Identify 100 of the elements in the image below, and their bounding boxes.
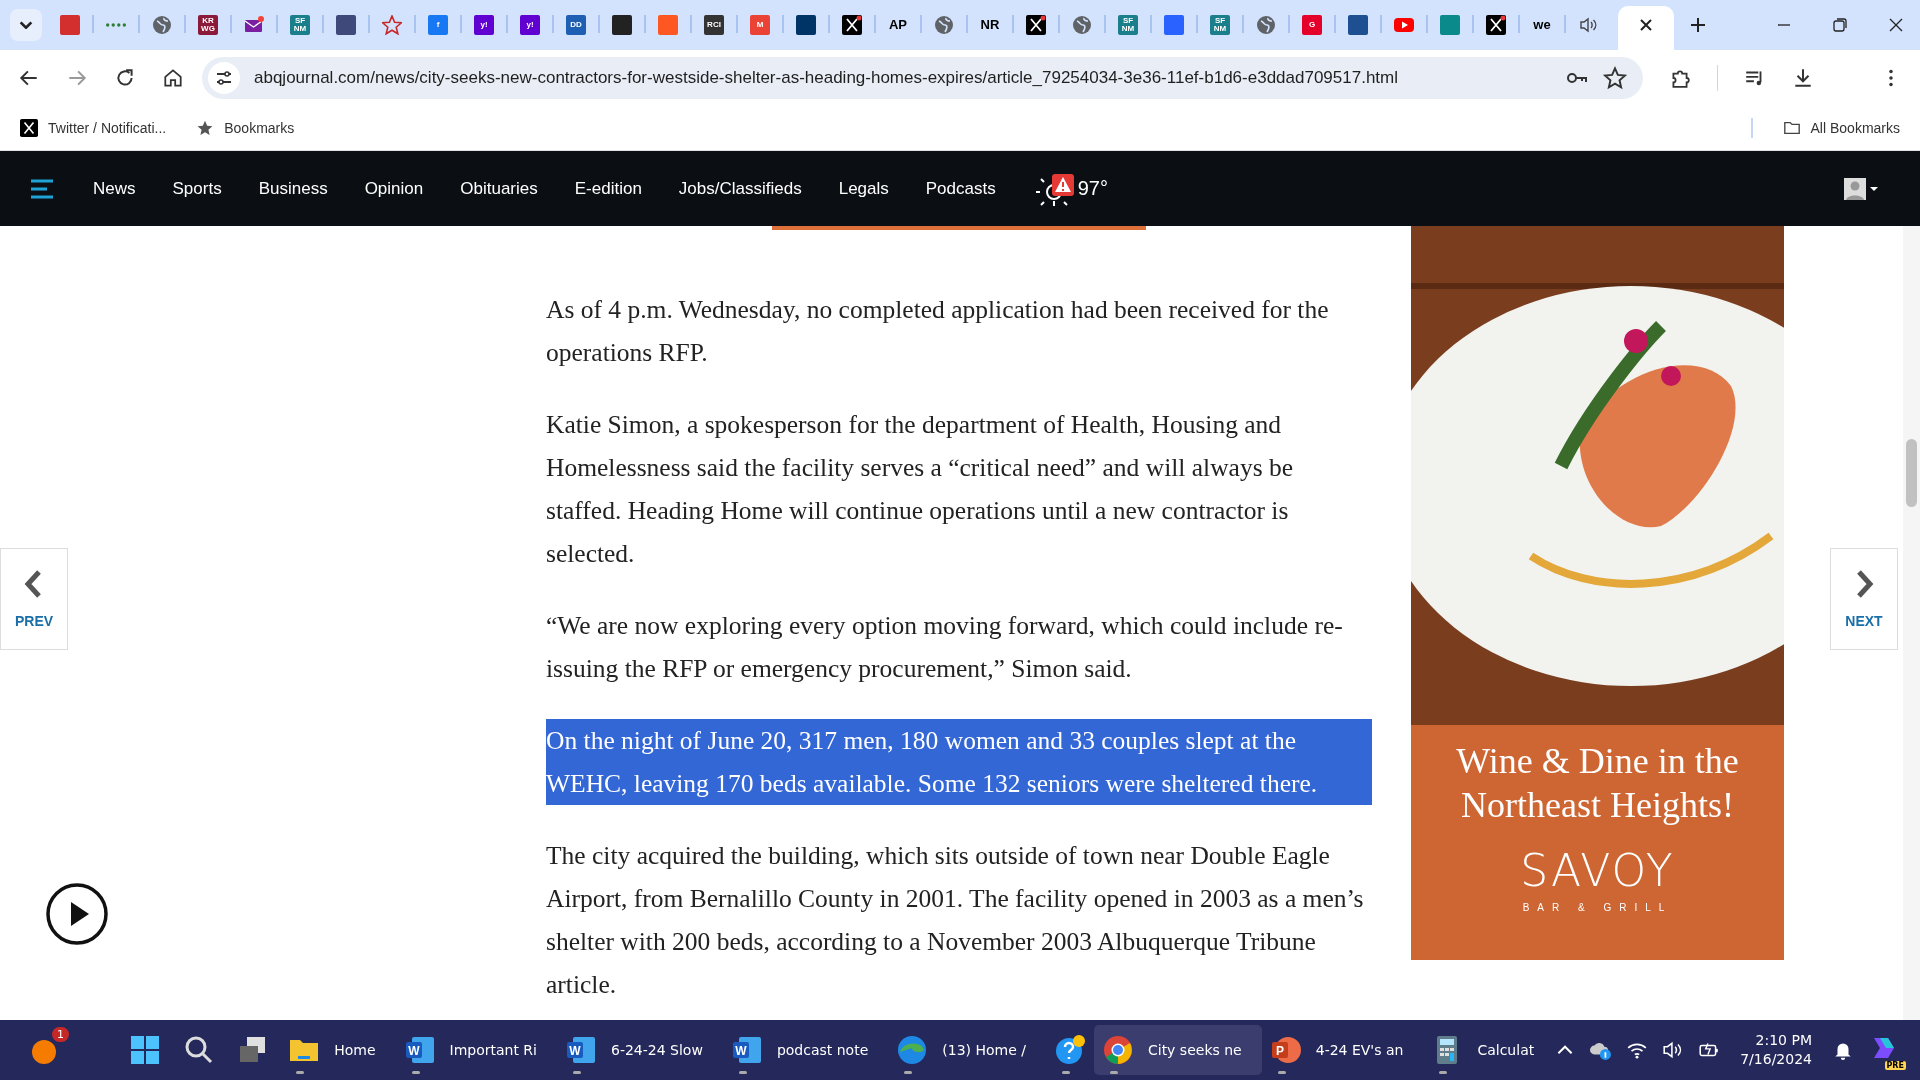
- article-paragraph: Katie Simon, a spokesperson for the department of Health, Housing and Homelessness said the facility serves a “critical need” and will always be staffed. Heading Home will continue operations until a new contractor is selected.: [546, 409, 1295, 570]
- browser-tab[interactable]: RCI: [692, 8, 736, 50]
- nav-link[interactable]: News: [93, 178, 136, 199]
- nav-link[interactable]: Business: [258, 178, 328, 199]
- nav-link[interactable]: Sports: [172, 178, 222, 199]
- nav-link[interactable]: Obituaries: [460, 178, 538, 199]
- browser-tab[interactable]: DD: [554, 8, 598, 50]
- site-favicon: G: [1302, 15, 1322, 35]
- tab-search-button[interactable]: [10, 9, 42, 41]
- preview-badge: PRE: [1884, 1061, 1906, 1070]
- clock-time: 2:10 PM: [1755, 1031, 1812, 1050]
- notification-badge: 1: [52, 1027, 69, 1042]
- site-favicon: NR: [979, 16, 1001, 34]
- x-logo-icon: [1026, 15, 1046, 35]
- site-favicon: SF NM: [290, 15, 310, 35]
- browser-tab[interactable]: G: [1290, 8, 1334, 50]
- taskbar-app[interactable]: W podcast note: [722, 1025, 889, 1075]
- scrollbar[interactable]: [1903, 226, 1920, 1020]
- site-favicon: y!: [520, 15, 540, 35]
- previous-article-button[interactable]: PREV: [0, 548, 68, 650]
- user-menu-icon[interactable]: [1844, 176, 1880, 201]
- bookmark-star-icon[interactable]: [1603, 65, 1627, 90]
- nav-link[interactable]: E-edition: [574, 178, 642, 199]
- browser-tab[interactable]: f: [416, 8, 460, 50]
- restore-icon[interactable]: [1830, 15, 1850, 35]
- start-icon[interactable]: [129, 1034, 162, 1066]
- speaker-icon: [1578, 15, 1598, 35]
- site-favicon: M: [750, 15, 770, 35]
- url-text: abqjournal.com/news/city-seeks-new-contractors-for-westside-shelter-as-heading-homes-expires/article_79254034-3e36-11ef-b1d6-e3ddad709517.html: [254, 67, 1399, 88]
- bookmark-item[interactable]: Twitter / Notificati...: [20, 118, 167, 137]
- site-favicon: AP: [887, 16, 909, 34]
- taskbar-app[interactable]: W Important Ri: [395, 1025, 557, 1075]
- globe-icon: [1256, 15, 1276, 35]
- dots-icon: [106, 23, 126, 27]
- x-logo-icon: [20, 118, 38, 137]
- taskbar-app[interactable]: W 6-24-24 Slow: [557, 1025, 723, 1075]
- site-favicon: RCI: [704, 15, 724, 35]
- globe-icon: [152, 15, 172, 35]
- browser-tab[interactable]: we: [1520, 8, 1564, 50]
- nav-link[interactable]: Legals: [838, 178, 889, 199]
- restaurant-logo-text: SAVOY: [1520, 845, 1675, 896]
- globe-icon: [934, 15, 954, 35]
- browser-tab[interactable]: y!: [462, 8, 506, 50]
- x-logo-icon: [842, 15, 862, 35]
- taskbar-app[interactable]: 1: [22, 1025, 70, 1075]
- chevron-right-icon: [1854, 569, 1874, 599]
- browser-tab[interactable]: SF NM: [1106, 8, 1150, 50]
- chevron-down-icon: [19, 21, 33, 29]
- browser-tab[interactable]: SF NM: [1198, 8, 1242, 50]
- article-paragraph: “We are now exploring every option moving forward, which could include re-issuing the RFP or emergency procurement,” Simon said.: [546, 610, 1344, 685]
- nav-link[interactable]: Podcasts: [925, 178, 996, 199]
- advertisement[interactable]: Wine & Dine in the Northeast Heights! SAVOY BAR & GRILL: [1411, 226, 1784, 960]
- next-article-button[interactable]: NEXT: [1830, 548, 1898, 650]
- browser-tab[interactable]: SF NM: [278, 8, 322, 50]
- site-favicon: SF NM: [1118, 15, 1138, 35]
- article-paragraph: The city acquired the building, which sits outside of town near Double Eagle Airport, from Bernalillo County in 2001. The facility opened in 2003 as a men’s shelter with 200 beds, according to a November 2003 Albuquerque Tribune article.: [546, 840, 1365, 1001]
- browser-tab[interactable]: y!: [508, 8, 552, 50]
- taskbar-app[interactable]: (13) Home /: [888, 1025, 1046, 1075]
- restaurant-tagline: BAR & GRILL: [1522, 902, 1673, 913]
- download-icon[interactable]: [1792, 66, 1814, 89]
- taskbar-app[interactable]: City seeks ne: [1093, 1025, 1262, 1075]
- site-favicon: y!: [474, 15, 494, 35]
- browser-tab[interactable]: [1618, 6, 1674, 50]
- x-logo-icon: [1486, 15, 1506, 35]
- menu-icon[interactable]: [30, 178, 54, 199]
- clock-date: 7/16/2024: [1740, 1050, 1812, 1069]
- article-paragraph: As of 4 p.m. Wednesday, no completed application had been received for the operations RFP.: [546, 294, 1330, 369]
- address-bar[interactable]: abqjournal.com/news/city-seeks-new-contractors-for-westside-shelter-as-heading-homes-expires/article_79254034-3e36-11ef-b1d6-e3ddad709517.html: [202, 56, 1643, 99]
- play-logo-icon: [1394, 15, 1414, 35]
- reload-icon[interactable]: [114, 66, 136, 89]
- new-tab-icon[interactable]: [1688, 15, 1708, 35]
- play-button[interactable]: [45, 882, 109, 946]
- mail-icon: [244, 15, 264, 35]
- browser-tab[interactable]: AP: [876, 8, 920, 50]
- globe-icon: [1072, 15, 1092, 35]
- taskbar-app[interactable]: P 4-24 EV's an: [1261, 1025, 1424, 1075]
- browser-swirl-icon: [896, 1034, 929, 1066]
- browser-tab[interactable]: M: [738, 8, 782, 50]
- site-favicon: f: [428, 15, 448, 35]
- taskbar-app[interactable]: Calculat: [1423, 1025, 1555, 1075]
- nav-link[interactable]: Opinion: [364, 178, 424, 199]
- site-favicon: we: [1532, 16, 1552, 34]
- article-paragraph: On the night of June 20, 317 men, 180 women and 33 couples slept at the WEHC, leaving 170 beds available. Some 132 seniors were sheltered there.: [546, 719, 1372, 805]
- taskbar-app[interactable]: Home: [280, 1025, 396, 1075]
- site-favicon: SF NM: [1210, 15, 1230, 35]
- ad-headline: Wine & Dine in the Northeast Heights!: [1455, 740, 1740, 827]
- chrome-icon: [1101, 1034, 1134, 1066]
- site-settings-icon[interactable]: [208, 61, 240, 94]
- star-icon: [382, 15, 402, 35]
- weather-alert-icon[interactable]: [1035, 171, 1076, 206]
- copilot-button[interactable]: PRE: [1868, 1032, 1904, 1068]
- all-bookmarks-button[interactable]: All Bookmarks: [1782, 118, 1900, 137]
- browser-tab[interactable]: NR: [968, 8, 1012, 50]
- clock[interactable]: 2:10 PM 7/16/2024: [1740, 1031, 1812, 1069]
- nav-link[interactable]: Jobs/Classifieds: [678, 178, 802, 199]
- browser-tab[interactable]: KR WG: [186, 8, 230, 50]
- help-icon: [1053, 1034, 1086, 1066]
- site-favicon: KR WG: [198, 15, 218, 35]
- temperature-text: 97°: [1077, 177, 1108, 200]
- bookmark-item[interactable]: Bookmarks: [196, 118, 295, 137]
